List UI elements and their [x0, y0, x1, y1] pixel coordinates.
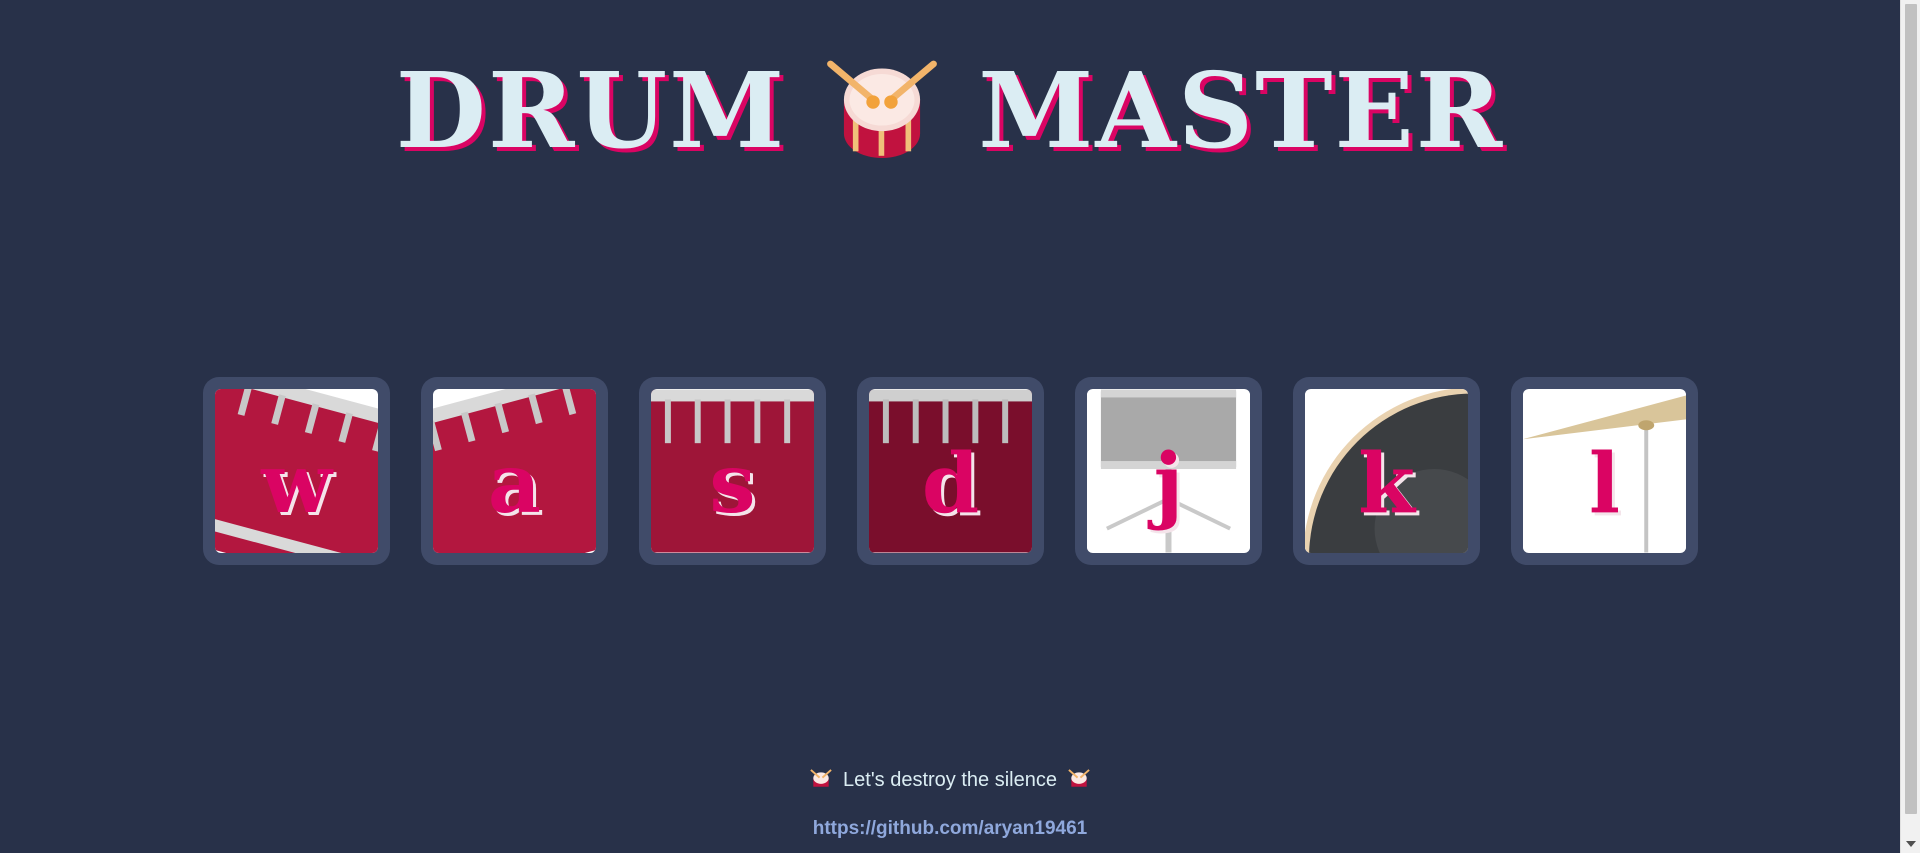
drum-pad-d[interactable]: d [857, 377, 1044, 565]
drum-icon [826, 55, 938, 167]
footer-message-text: Let's destroy the silence [843, 768, 1057, 791]
drum-pad-k[interactable]: k [1293, 377, 1480, 565]
drum-icon [810, 769, 832, 787]
pad-face: d [869, 389, 1032, 553]
pad-key-label: a [487, 436, 542, 532]
pad-key-label: w [261, 436, 332, 532]
scrollbar-thumb[interactable] [1905, 4, 1917, 814]
vertical-scrollbar[interactable] [1900, 0, 1920, 853]
pad-key-label: k [1358, 436, 1415, 532]
pad-face: a [433, 389, 596, 553]
pad-key-label: d [921, 436, 980, 532]
pad-face: w [215, 389, 378, 553]
drum-icon [1068, 769, 1090, 787]
pad-key-label: j [1153, 436, 1184, 532]
scroll-down-arrow-icon[interactable] [1906, 841, 1916, 847]
pad-face: s [651, 389, 814, 553]
drum-pad-s[interactable]: s [639, 377, 826, 565]
drum-pad-l[interactable]: l [1511, 377, 1698, 565]
page-title: DRUM MASTER [0, 55, 1900, 167]
drum-pad-w[interactable]: w [203, 377, 390, 565]
drum-pad-a[interactable]: a [421, 377, 608, 565]
github-link[interactable]: https://github.com/aryan19461 [0, 818, 1900, 840]
footer-message: Let's destroy the silence [0, 768, 1900, 792]
pad-face: j [1087, 389, 1250, 553]
pad-key-label: s [709, 436, 756, 532]
drum-pads: w a s d j k l [203, 377, 1698, 565]
pad-face: l [1523, 389, 1686, 553]
drum-master-page: DRUM MASTER w a s d j k l Let's destroy … [0, 0, 1920, 853]
pad-key-label: l [1588, 436, 1621, 532]
pad-face: k [1305, 389, 1468, 553]
title-word-drum: DRUM [395, 49, 787, 172]
drum-pad-j[interactable]: j [1075, 377, 1262, 565]
title-word-master: MASTER [978, 49, 1505, 172]
